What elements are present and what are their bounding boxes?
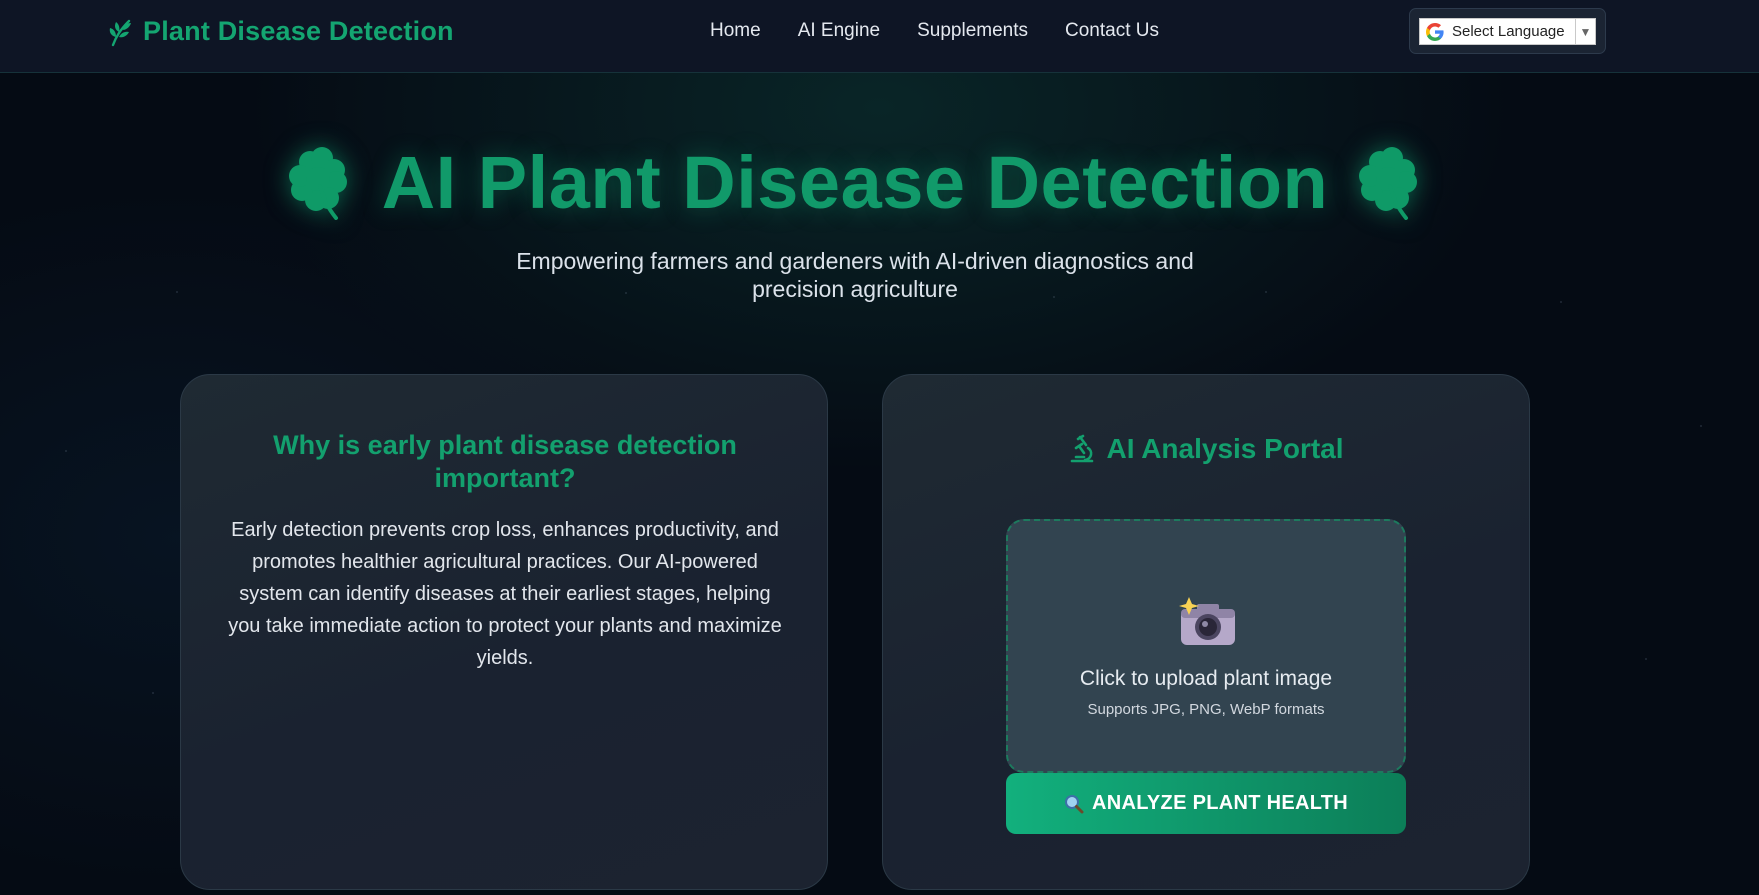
google-g-icon [1426, 22, 1444, 41]
nav-home[interactable]: Home [710, 20, 761, 42]
image-upload-dropzone[interactable]: Click to upload plant image Supports JPG… [1006, 519, 1406, 773]
hero-subtitle: Empowering farmers and gardeners with AI… [516, 248, 1194, 302]
four-leaf-clover-icon [288, 146, 347, 220]
microscope-icon [1071, 434, 1094, 463]
magnifier-icon [1065, 794, 1084, 813]
top-navbar: Plant Disease Detection Home AI Engine S… [0, 0, 1759, 73]
language-widget: Select Language ▼ [1409, 8, 1606, 54]
analysis-portal-card: AI Analysis Portal Click to upload plant… [882, 374, 1530, 890]
dropdown-arrow-icon: ▼ [1575, 19, 1595, 44]
main-nav: Home AI Engine Supplements Contact Us [710, 20, 1159, 42]
nav-ai-engine[interactable]: AI Engine [798, 20, 880, 42]
portal-title: AI Analysis Portal [1106, 433, 1344, 464]
analyze-button-label: ANALYZE PLANT HEALTH [1092, 792, 1348, 814]
nav-supplements[interactable]: Supplements [917, 20, 1028, 42]
four-leaf-clover-icon [1359, 146, 1418, 220]
portal-title-row: AI Analysis Portal [883, 433, 1529, 465]
upload-prompt: Click to upload plant image [1079, 667, 1333, 690]
brand-logo[interactable]: Plant Disease Detection [107, 16, 454, 47]
page-title: AI Plant Disease Detection [381, 141, 1329, 224]
info-card-body: Early detection prevents crop loss, enha… [228, 519, 782, 669]
hero-title-row: AI Plant Disease Detection [0, 140, 1710, 225]
brand-title: Plant Disease Detection [143, 16, 454, 46]
upload-formats-hint: Supports JPG, PNG, WebP formats [1087, 701, 1325, 718]
info-card-title: Why is early plant disease detection imp… [273, 430, 737, 493]
language-label: Select Language [1452, 23, 1565, 40]
info-card: Why is early plant disease detection imp… [180, 374, 828, 890]
language-select[interactable]: Select Language ▼ [1419, 18, 1596, 45]
camera-flash-icon [1179, 597, 1235, 645]
nav-contact-us[interactable]: Contact Us [1065, 20, 1159, 42]
analyze-plant-health-button[interactable]: ANALYZE PLANT HEALTH [1006, 773, 1406, 834]
leaf-sprig-icon [109, 19, 131, 46]
